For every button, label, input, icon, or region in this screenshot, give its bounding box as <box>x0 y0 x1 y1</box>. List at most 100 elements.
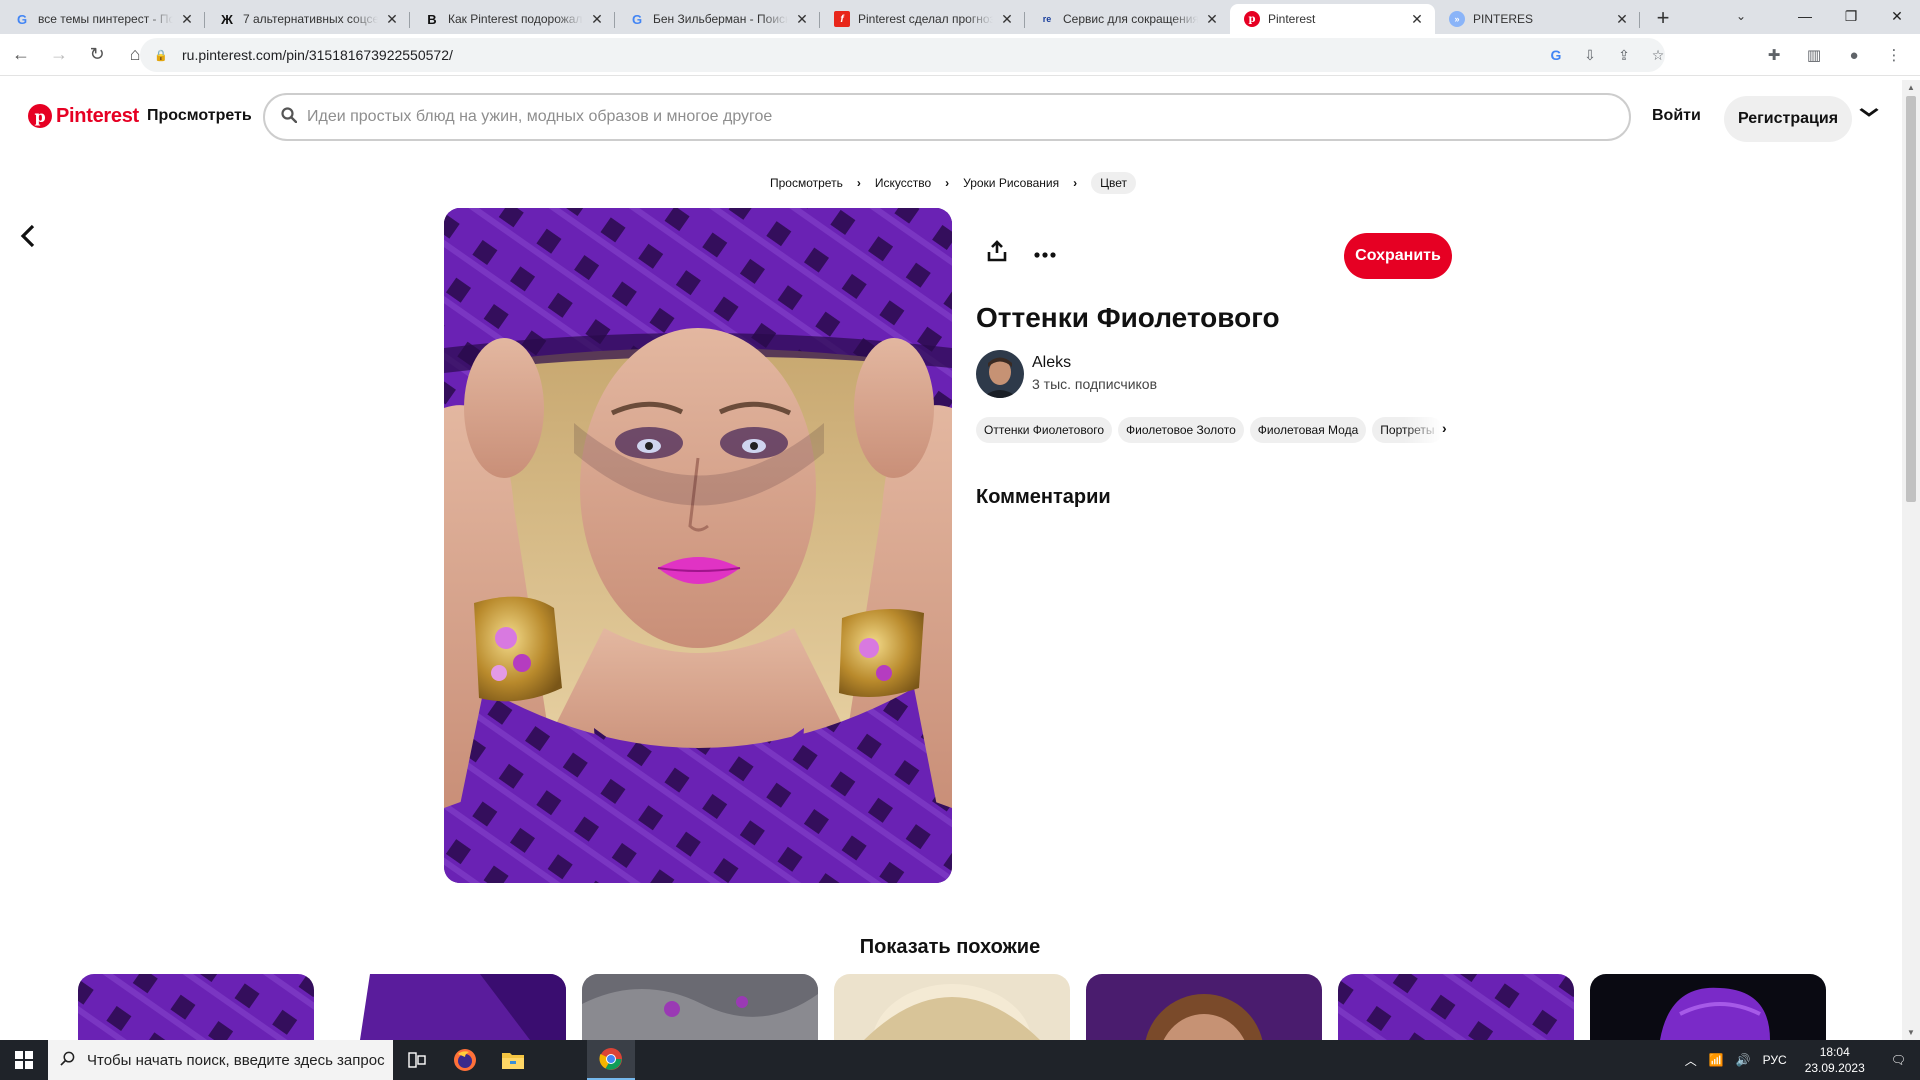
clock[interactable]: 18:04 23.09.2023 <box>1793 1044 1877 1076</box>
breadcrumb-item[interactable]: Искусство <box>875 176 931 190</box>
browser-menu-icon[interactable]: ⋮ <box>1878 46 1910 64</box>
share-page-icon[interactable]: ⇪ <box>1612 47 1636 64</box>
back-icon[interactable]: ← <box>4 38 38 72</box>
share-icon[interactable] <box>986 240 1008 268</box>
signup-button[interactable]: Регистрация <box>1724 96 1852 142</box>
search-icon <box>281 106 298 128</box>
address-bar[interactable]: 🔒 ru.pinterest.com/pin/31518167392255057… <box>140 38 1665 72</box>
system-tray: ︿ 📶 🔊 РУС 18:04 23.09.2023 🗨 <box>1679 1040 1920 1080</box>
minimize-icon[interactable]: — <box>1782 0 1828 32</box>
bookmark-star-icon[interactable]: ☆ <box>1646 47 1670 64</box>
similar-heading: Показать похожие <box>859 936 1041 958</box>
tag-list: Оттенки Фиолетового Фиолетовое Золото Фи… <box>976 417 1452 443</box>
search-bar[interactable] <box>263 93 1631 141</box>
windows-start-icon[interactable] <box>0 1040 48 1080</box>
clock-time: 18:04 <box>1819 1045 1850 1059</box>
browser-tab[interactable]: Ж 7 альтернативных соцсетей ✕ <box>205 4 410 34</box>
install-app-icon[interactable]: ⇩ <box>1578 47 1602 64</box>
browser-tab[interactable]: G все темы пинтерест - Поиск ✕ <box>0 4 205 34</box>
similar-pin[interactable] <box>78 974 314 1040</box>
chevron-right-icon: › <box>945 176 950 190</box>
tag-chip[interactable]: Портреты <box>1372 417 1443 443</box>
reload-icon[interactable]: ↻ <box>80 38 114 72</box>
google-translate-icon[interactable]: G <box>1544 47 1568 63</box>
tag-chip[interactable]: Фиолетовая Мода <box>1249 417 1367 443</box>
close-tab-icon[interactable]: ✕ <box>384 11 400 27</box>
close-tab-icon[interactable]: ✕ <box>589 11 605 27</box>
file-explorer-icon[interactable] <box>489 1040 537 1080</box>
browser-tab[interactable]: » PINTERES ✕ <box>1435 4 1640 34</box>
side-panel-icon[interactable]: ▥ <box>1798 46 1830 64</box>
browser-tab[interactable]: re Сервис для сокращения ✕ <box>1025 4 1230 34</box>
browser-toolbar: ← → ↻ ⌂ 🔒 ru.pinterest.com/pin/315181673… <box>0 34 1920 76</box>
notifications-icon[interactable]: 🗨 <box>1877 1053 1920 1067</box>
show-hidden-icons-chevron-icon[interactable]: ︿ <box>1679 1052 1703 1069</box>
extensions-puzzle-icon[interactable]: ✚ <box>1758 46 1790 64</box>
network-icon[interactable]: 📶 <box>1703 1053 1730 1067</box>
scrollbar-thumb[interactable] <box>1906 96 1916 502</box>
tag-chip[interactable]: Оттенки Фиолетового <box>976 417 1113 443</box>
scroll-up-icon[interactable]: ▲ <box>1907 83 1915 92</box>
similar-pin[interactable] <box>1338 974 1574 1040</box>
browser-tab[interactable]: G Бен Зильберман - Поиск ✕ <box>615 4 820 34</box>
firefox-icon[interactable] <box>441 1040 489 1080</box>
explore-link[interactable]: Просмотреть <box>147 107 252 125</box>
tab-search-chevron-icon[interactable]: ⌄ <box>1718 0 1764 32</box>
similar-pin[interactable] <box>1590 974 1826 1040</box>
taskbar-search[interactable]: Чтобы начать поиск, введите здесь запрос <box>48 1040 393 1080</box>
clock-date: 23.09.2023 <box>1804 1061 1865 1075</box>
task-view-icon[interactable] <box>393 1040 441 1080</box>
language-indicator[interactable]: РУС <box>1757 1053 1793 1067</box>
profile-icon[interactable]: ● <box>1838 47 1870 64</box>
scroll-down-icon[interactable]: ▼ <box>1907 1028 1915 1037</box>
close-tab-icon[interactable]: ✕ <box>1409 11 1425 27</box>
close-tab-icon[interactable]: ✕ <box>999 11 1015 27</box>
chrome-icon[interactable] <box>587 1040 635 1080</box>
tag-chip[interactable]: Фиолетовое Золото <box>1118 417 1244 443</box>
followers-count: 3 тыс. подписчиков <box>1032 376 1158 392</box>
google-icon: G <box>16 11 28 27</box>
close-tab-icon[interactable]: ✕ <box>1614 11 1630 27</box>
close-tab-icon[interactable]: ✕ <box>794 11 810 27</box>
browser-tab[interactable]: B Как Pinterest подорожал ✕ <box>410 4 615 34</box>
save-button[interactable]: Сохранить <box>1344 233 1452 279</box>
more-options-icon[interactable] <box>1034 238 1056 264</box>
chevron-right-icon: › <box>1073 176 1078 190</box>
restore-icon[interactable]: ❐ <box>1828 0 1874 32</box>
forward-icon[interactable]: → <box>42 38 76 72</box>
breadcrumb: Просмотреть › Искусство › Уроки Рисовани… <box>770 172 1136 194</box>
lock-icon[interactable]: 🔒 <box>154 49 168 62</box>
login-button[interactable]: Войти <box>1652 107 1701 125</box>
re-icon: re <box>1042 14 1052 24</box>
similar-pins <box>78 974 1826 1040</box>
back-arrow-icon[interactable] <box>20 224 36 255</box>
pinterest-header: p Pinterest Просмотреть Войти Регистраци… <box>0 78 1900 158</box>
chevron-down-icon[interactable] <box>1859 104 1879 120</box>
similar-pin[interactable] <box>582 974 818 1040</box>
chevron-right-icon[interactable]: › <box>1442 420 1447 436</box>
close-window-icon[interactable]: ✕ <box>1874 0 1920 32</box>
browser-tab-active[interactable]: p Pinterest ✕ <box>1230 4 1435 34</box>
extension-toolbar: ✚ ▥ ● ⋮ <box>1758 38 1910 72</box>
similar-pin[interactable] <box>330 974 566 1040</box>
search-input[interactable] <box>307 108 1507 126</box>
similar-pin[interactable] <box>1086 974 1322 1040</box>
breadcrumb-item-current[interactable]: Цвет <box>1091 172 1136 194</box>
breadcrumb-item[interactable]: Уроки Рисования <box>963 176 1059 190</box>
author-name[interactable]: Aleks <box>1032 354 1071 372</box>
page-scrollbar[interactable]: ▲ ▼ <box>1902 80 1920 1040</box>
browser-tab[interactable]: f Pinterest сделал прогноз ✕ <box>820 4 1025 34</box>
pin-image[interactable] <box>444 208 952 883</box>
windows-taskbar: Чтобы начать поиск, введите здесь запрос… <box>0 1040 1920 1080</box>
address-text: ru.pinterest.com/pin/315181673922550572/ <box>182 47 453 63</box>
close-tab-icon[interactable]: ✕ <box>179 11 195 27</box>
avatar[interactable] <box>976 350 1024 398</box>
close-tab-icon[interactable]: ✕ <box>1204 11 1220 27</box>
comments-heading: Комментарии <box>976 486 1111 508</box>
new-tab-button[interactable]: + <box>1648 4 1678 34</box>
similar-pin[interactable] <box>834 974 1070 1040</box>
breadcrumb-item[interactable]: Просмотреть <box>770 176 843 190</box>
omnibox-actions: G ⇩ ⇪ ☆ <box>1544 38 1670 72</box>
pinterest-logo[interactable]: p Pinterest <box>28 104 139 128</box>
volume-icon[interactable]: 🔊 <box>1730 1053 1757 1067</box>
